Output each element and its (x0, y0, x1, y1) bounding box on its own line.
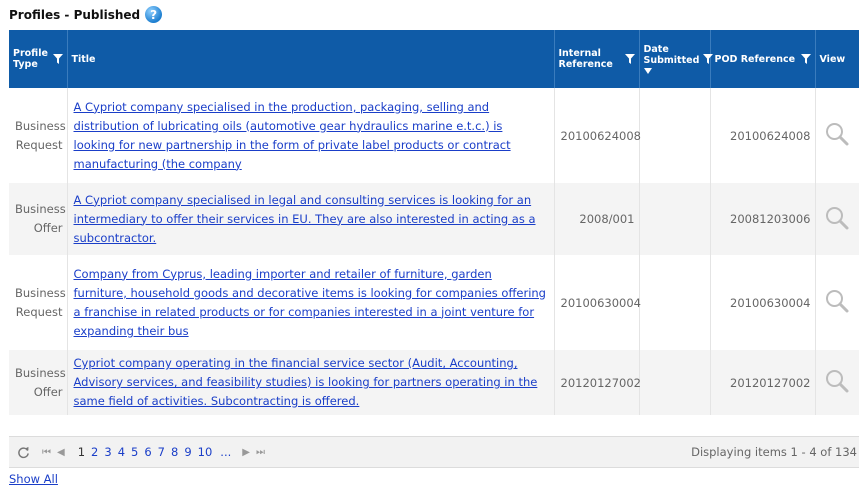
table-row: Business Request A Cypriot company speci… (9, 88, 859, 183)
col-header-profile-type[interactable]: Profile Type (9, 30, 68, 88)
col-header-view-label: View (819, 53, 846, 65)
page-7-button[interactable]: 7 (155, 445, 168, 459)
col-header-pod-reference[interactable]: POD Reference (710, 30, 816, 88)
pager: ⏮ ◀ 1 2 3 4 5 6 7 8 9 10 ... ▶ ⏭ Display… (9, 436, 859, 468)
filter-icon[interactable] (800, 54, 811, 64)
last-page-button[interactable]: ⏭ (256, 447, 265, 458)
page-10-button[interactable]: 10 (195, 445, 216, 459)
title-cell: A Cypriot company specialised in the pro… (67, 88, 555, 183)
help-icon[interactable]: ? (145, 6, 163, 23)
profile-type-cell: Business Offer (9, 183, 68, 255)
page-5-button[interactable]: 5 (128, 445, 141, 459)
view-cell (815, 350, 859, 415)
col-header-date-submitted[interactable]: Date Submitted (639, 30, 714, 88)
grid-header-row: Profile Type Title Internal Reference Da… (9, 30, 859, 88)
profile-type-cell: Business Request (9, 255, 68, 350)
filter-icon[interactable] (624, 54, 635, 64)
page-3-button[interactable]: 3 (101, 445, 114, 459)
profile-title-link[interactable]: A Cypriot company specialised in legal a… (74, 193, 536, 245)
col-header-internal-reference-label: Internal Reference (558, 48, 613, 70)
profiles-grid: Profile Type Title Internal Reference Da… (9, 30, 859, 415)
col-header-view: View (815, 30, 859, 88)
pod-reference-cell: 20100624008 (710, 88, 816, 183)
profile-type-cell: Business Request (9, 88, 68, 183)
magnifier-icon[interactable] (824, 205, 850, 231)
pod-reference-cell: 20081203006 (710, 183, 816, 255)
profile-type-cell: Business Offer (9, 350, 68, 415)
page-4-button[interactable]: 4 (115, 445, 128, 459)
filter-icon[interactable] (52, 54, 63, 64)
page-9-button[interactable]: 9 (181, 445, 194, 459)
page-2-button[interactable]: 2 (88, 445, 101, 459)
date-submitted-cell (639, 88, 711, 183)
table-row: Business Offer A Cypriot company special… (9, 183, 859, 255)
col-header-title-label: Title (71, 53, 96, 65)
col-header-profile-type-label: Profile Type (13, 48, 48, 70)
sort-desc-icon (643, 68, 652, 74)
profile-title-link[interactable]: A Cypriot company specialised in the pro… (74, 100, 511, 171)
view-cell (815, 255, 859, 350)
page-6-button[interactable]: 6 (141, 445, 154, 459)
refresh-icon[interactable] (17, 446, 30, 459)
view-cell (815, 88, 859, 183)
col-header-title[interactable]: Title (67, 30, 555, 88)
more-pages-button[interactable]: ... (215, 445, 236, 459)
first-page-button[interactable]: ⏮ (42, 447, 51, 458)
page-1-button[interactable]: 1 (75, 445, 88, 459)
col-header-internal-reference[interactable]: Internal Reference (554, 30, 640, 88)
internal-reference-cell: 2008/001 (554, 183, 640, 255)
page-8-button[interactable]: 8 (168, 445, 181, 459)
table-row: Business Offer Cypriot company operating… (9, 350, 859, 415)
pod-reference-cell: 20120127002 (710, 350, 816, 415)
view-cell (815, 183, 859, 255)
date-submitted-cell (639, 350, 711, 415)
next-page-button[interactable]: ▶ (242, 447, 250, 458)
title-cell: Company from Cyprus, leading importer an… (67, 255, 555, 350)
magnifier-icon[interactable] (824, 288, 850, 314)
panel-header: Profiles - Published ? (9, 6, 163, 23)
profile-title-link[interactable]: Cypriot company operating in the financi… (74, 356, 538, 408)
internal-reference-cell: 20120127002 (554, 350, 641, 415)
show-all-link[interactable]: Show All (9, 472, 58, 486)
filter-icon[interactable] (703, 54, 714, 64)
pod-reference-cell: 20100630004 (710, 255, 816, 350)
date-submitted-cell (639, 255, 711, 350)
pager-info: Displaying items 1 - 4 of 134 (691, 445, 857, 459)
internal-reference-cell: 20100630004 (554, 255, 641, 350)
title-cell: Cypriot company operating in the financi… (67, 350, 555, 415)
col-header-pod-reference-label: POD Reference (714, 53, 796, 65)
prev-page-button[interactable]: ◀ (57, 447, 65, 458)
internal-reference-cell: 20100624008 (554, 88, 641, 183)
date-submitted-cell (639, 183, 711, 255)
page-numbers: 1 2 3 4 5 6 7 8 9 10 ... (75, 445, 237, 459)
col-header-date-submitted-label: Date Submitted (643, 44, 700, 66)
panel-title: Profiles - Published (9, 7, 141, 22)
magnifier-icon[interactable] (824, 368, 850, 394)
table-row: Business Request Company from Cyprus, le… (9, 255, 859, 350)
title-cell: A Cypriot company specialised in legal a… (67, 183, 555, 255)
magnifier-icon[interactable] (824, 121, 850, 147)
profile-title-link[interactable]: Company from Cyprus, leading importer an… (74, 267, 546, 338)
